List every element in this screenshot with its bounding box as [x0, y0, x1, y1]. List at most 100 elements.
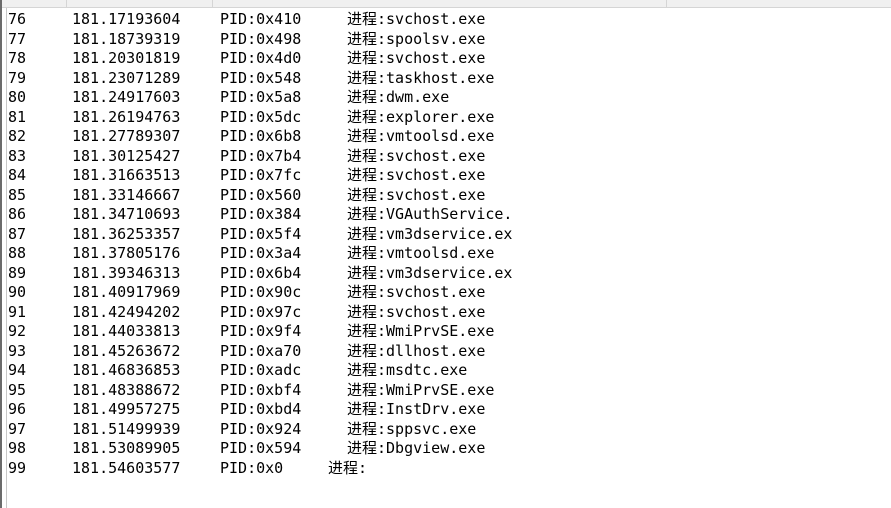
pid-value: PID:0x97c [220, 302, 302, 321]
column-separator[interactable] [66, 0, 67, 7]
log-row[interactable]: 92 181.44033813 PID:0x9f4 进程:WmiPrvSE.exe [0, 322, 891, 342]
timestamp: 181.37805176 [72, 244, 181, 262]
column-separator[interactable] [212, 0, 213, 7]
timestamp: 181.48388672 [72, 380, 181, 399]
process-name: 进程:svchost.exe [347, 283, 486, 301]
log-row[interactable]: 77 181.18739319 PID:0x498 进程:spoolsv.exe [0, 30, 891, 50]
log-row[interactable]: 86 181.34710693 PID:0x384 进程:VGAuthService. [0, 205, 891, 225]
pid-value: PID:0x6b8 [220, 127, 302, 145]
timestamp: 181.51499939 [72, 419, 181, 438]
timestamp: 181.20301819 [72, 49, 181, 67]
timestamp: 181.42494202 [72, 302, 181, 321]
pid-value: PID:0x410 [220, 10, 302, 28]
log-row[interactable]: 98 181.53089905 PID:0x594 进程:Dbgview.exe [0, 439, 891, 459]
row-number: 86 [8, 205, 27, 223]
pid-value: PID:0x548 [220, 68, 302, 87]
row-number: 80 [8, 88, 27, 106]
pid-value: PID:0x6b4 [220, 263, 302, 282]
log-list[interactable]: 76 181.17193604 PID:0x410 进程:svchost.exe 77 1… [0, 10, 891, 478]
process-name: 进程:svchost.exe [347, 166, 486, 184]
process-name: 进程:msdtc.exe [347, 361, 468, 379]
log-row[interactable]: 81 181.26194763 PID:0x5dc 进程:explorer.exe [0, 108, 891, 128]
log-row[interactable]: 88 181.37805176 PID:0x3a4 进程:vmtoolsd.exe [0, 244, 891, 264]
row-number: 96 [8, 400, 27, 418]
timestamp: 181.34710693 [72, 205, 181, 223]
process-name: 进程:dllhost.exe [347, 341, 486, 360]
row-number: 89 [8, 263, 27, 282]
process-name: 进程:svchost.exe [347, 302, 486, 321]
timestamp: 181.39346313 [72, 263, 181, 282]
process-name: 进程:sppsvc.exe [347, 419, 477, 438]
timestamp: 181.44033813 [72, 322, 181, 340]
pid-value: PID:0x594 [220, 439, 302, 457]
pid-value: PID:0x5f4 [220, 224, 302, 243]
timestamp: 181.49957275 [72, 400, 181, 418]
process-name: 进程:VGAuthService. [347, 205, 513, 223]
process-name: 进程:vm3dservice.ex [347, 224, 513, 243]
process-name: 进程:explorer.exe [347, 107, 495, 126]
pid-value: PID:0x90c [220, 283, 302, 301]
log-row[interactable]: 76 181.17193604 PID:0x410 进程:svchost.exe [0, 10, 891, 30]
timestamp: 181.23071289 [72, 68, 181, 87]
process-name: 进程:WmiPrvSE.exe [347, 380, 495, 399]
timestamp: 181.27789307 [72, 127, 181, 145]
process-name: 进程:vmtoolsd.exe [347, 127, 495, 145]
log-row[interactable]: 85 181.33146667 PID:0x560 进程:svchost.exe [0, 186, 891, 206]
log-row[interactable]: 99 181.54603577 PID:0x0 进程: [0, 459, 891, 479]
row-number: 98 [8, 439, 27, 457]
pid-value: PID:0x3a4 [220, 244, 302, 262]
row-number: 92 [8, 322, 27, 340]
row-number: 99 [8, 458, 27, 477]
row-number: 76 [8, 10, 27, 28]
timestamp: 181.40917969 [72, 283, 181, 301]
log-row[interactable]: 94 181.46836853 PID:0xadc 进程:msdtc.exe [0, 361, 891, 381]
process-name: 进程:svchost.exe [347, 185, 486, 204]
pid-value: PID:0xadc [220, 361, 302, 379]
row-number: 81 [8, 107, 27, 126]
timestamp: 181.24917603 [72, 88, 181, 106]
process-name: 进程:spoolsv.exe [347, 29, 486, 48]
log-row[interactable]: 93 181.45263672 PID:0xa70 进程:dllhost.exe [0, 342, 891, 362]
log-row[interactable]: 82 181.27789307 PID:0x6b8 进程:vmtoolsd.exe [0, 127, 891, 147]
log-row[interactable]: 80 181.24917603 PID:0x5a8 进程:dwm.exe [0, 88, 891, 108]
row-number: 90 [8, 283, 27, 301]
log-row[interactable]: 96 181.49957275 PID:0xbd4 进程:InstDrv.exe [0, 400, 891, 420]
log-row[interactable]: 87 181.36253357 PID:0x5f4 进程:vm3dservice.ex [0, 225, 891, 245]
pid-value: PID:0x0 [220, 458, 284, 477]
column-separator[interactable] [666, 0, 667, 7]
row-number: 77 [8, 29, 27, 48]
log-row[interactable]: 97 181.51499939 PID:0x924 进程:sppsvc.exe [0, 420, 891, 440]
process-name: 进程:Dbgview.exe [347, 439, 486, 457]
pid-value: PID:0x7fc [220, 166, 302, 184]
row-number: 87 [8, 224, 27, 243]
row-number: 82 [8, 127, 27, 145]
pid-value: PID:0x498 [220, 29, 302, 48]
log-row[interactable]: 95 181.48388672 PID:0xbf4 进程:WmiPrvSE.exe [0, 381, 891, 401]
pid-value: PID:0xbd4 [220, 400, 302, 418]
timestamp: 181.18739319 [72, 29, 181, 48]
log-row[interactable]: 84 181.31663513 PID:0x7fc 进程:svchost.exe [0, 166, 891, 186]
row-number: 84 [8, 166, 27, 184]
pid-value: PID:0x4d0 [220, 49, 302, 67]
pid-value: PID:0x5dc [220, 107, 302, 126]
process-name: 进程:svchost.exe [347, 10, 486, 28]
log-row[interactable]: 91 181.42494202 PID:0x97c 进程:svchost.exe [0, 303, 891, 323]
column-header[interactable] [0, 0, 891, 8]
pid-value: PID:0x5a8 [220, 88, 302, 106]
row-number: 83 [8, 146, 27, 165]
pid-value: PID:0x560 [220, 185, 302, 204]
log-row[interactable]: 89 181.39346313 PID:0x6b4 进程:vm3dservice.ex [0, 264, 891, 284]
log-row[interactable]: 90 181.40917969 PID:0x90c 进程:svchost.exe [0, 283, 891, 303]
process-name: 进程:svchost.exe [347, 146, 486, 165]
pid-value: PID:0xa70 [220, 341, 302, 360]
timestamp: 181.54603577 [72, 458, 181, 477]
log-row[interactable]: 78 181.20301819 PID:0x4d0 进程:svchost.exe [0, 49, 891, 69]
log-row[interactable]: 83 181.30125427 PID:0x7b4 进程:svchost.exe [0, 147, 891, 167]
log-row[interactable]: 79 181.23071289 PID:0x548 进程:taskhost.exe [0, 69, 891, 89]
process-name: 进程:WmiPrvSE.exe [347, 322, 495, 340]
timestamp: 181.33146667 [72, 185, 181, 204]
process-name: 进程: [328, 458, 368, 477]
process-name: 进程:InstDrv.exe [347, 400, 486, 418]
process-name: 进程:dwm.exe [347, 88, 450, 106]
timestamp: 181.31663513 [72, 166, 181, 184]
